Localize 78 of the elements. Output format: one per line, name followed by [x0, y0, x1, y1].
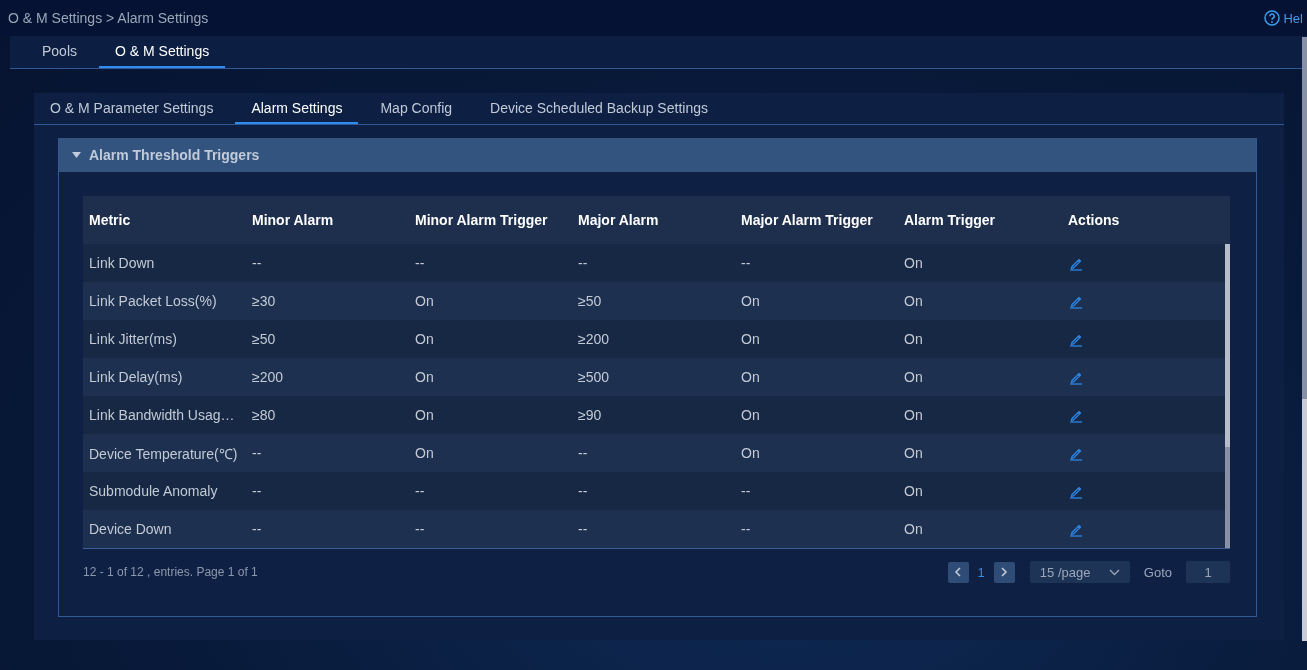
column-header: Minor Alarm Trigger	[414, 212, 549, 228]
table-cell-text: ≥200	[577, 331, 611, 347]
chevron-down-icon	[1108, 568, 1120, 576]
table-cell-text: On	[903, 255, 924, 271]
table-cell-text: --	[251, 521, 263, 537]
page-size-select[interactable]: 15 /page	[1029, 561, 1130, 583]
help-link[interactable]: Hel	[1264, 10, 1303, 26]
table-cell-text: On	[740, 369, 761, 385]
table-cell-text: Link Jitter(ms)	[88, 331, 178, 347]
tab[interactable]: Device Scheduled Backup Settings	[474, 93, 724, 124]
table-cell-text: On	[903, 407, 924, 423]
section-header[interactable]: Alarm Threshold Triggers	[59, 138, 1256, 172]
table-cell-text: ≥90	[577, 407, 603, 423]
table-cell-text: --	[251, 445, 263, 461]
table-cell-text: On	[414, 369, 435, 385]
table-cell-text: On	[903, 293, 924, 309]
table-cell-text: --	[577, 445, 589, 461]
page-number[interactable]: 1	[968, 564, 994, 580]
column-header: Major Alarm	[577, 212, 660, 228]
table-cell-text: --	[577, 521, 589, 537]
tab[interactable]: Map Config	[364, 93, 469, 124]
table-cell-text: On	[903, 521, 924, 537]
table-cell-text: --	[414, 521, 426, 537]
table-cell-text: On	[903, 483, 924, 499]
scrollbar[interactable]	[1225, 244, 1230, 548]
table-cell-text: Link Bandwidth Usag…	[88, 407, 236, 423]
table-cell-text: On	[740, 407, 761, 423]
table-cell-text: --	[251, 255, 263, 271]
table-cell-text: ≥500	[577, 369, 611, 385]
table-cell-text: ≥80	[251, 407, 277, 423]
table-cell-text: ≥200	[251, 369, 285, 385]
table-cell-text: On	[414, 293, 435, 309]
table-cell-text: On	[414, 407, 435, 423]
table-cell-text: On	[740, 293, 761, 309]
table-cell-text: Link Down	[88, 255, 156, 271]
chevron-right-icon	[1000, 567, 1009, 577]
table-cell-text: On	[903, 331, 924, 347]
table-cell-text: Submodule Anomaly	[88, 483, 219, 499]
table-cell-text: --	[251, 483, 263, 499]
scrollbar[interactable]	[1302, 37, 1307, 641]
previous-page-button[interactable]	[947, 561, 969, 583]
table-cell-text: ≥50	[251, 331, 277, 347]
table-cell-text: --	[577, 483, 589, 499]
table-cell-text: Device Temperature(℃)	[88, 444, 239, 463]
table-cell-text: Link Packet Loss(%)	[88, 293, 218, 309]
table-cell-text: --	[740, 483, 752, 499]
table-cell-text: On	[903, 369, 924, 385]
help-icon	[1264, 10, 1281, 26]
column-header: Metric	[88, 212, 132, 228]
table-cell-text: Link Delay(ms)	[88, 369, 184, 385]
table-cell-text: On	[414, 445, 435, 461]
tab[interactable]: Alarm Settings	[235, 93, 359, 124]
tab[interactable]: O & M Settings	[99, 36, 226, 68]
table-cell-text: Device Down	[88, 521, 173, 537]
next-page-button[interactable]	[993, 561, 1015, 583]
table-cell-text: On	[740, 331, 761, 347]
caret-icon	[72, 152, 81, 158]
goto-input[interactable]: 1	[1186, 561, 1230, 583]
table-cell-text: On	[740, 445, 761, 461]
table-cell-text: --	[740, 255, 752, 271]
pagination-summary: 12 - 1 of 12 , entries. Page 1 of 1	[83, 565, 258, 579]
table-cell-text: ≥30	[251, 293, 277, 309]
column-header: Alarm Trigger	[903, 212, 997, 228]
table-cell-text: On	[414, 331, 435, 347]
tab[interactable]: Pools	[26, 36, 94, 68]
goto-label: Goto	[1143, 564, 1172, 580]
table-cell-text: On	[903, 445, 924, 461]
column-header: Major Alarm Trigger	[740, 212, 874, 228]
tab[interactable]: O & M Parameter Settings	[34, 93, 230, 124]
breadcrumb: O & M Settings > Alarm Settings	[8, 10, 209, 26]
table-cell-text: --	[414, 255, 426, 271]
column-header: Actions	[1067, 212, 1121, 228]
table-cell-text: --	[577, 255, 589, 271]
table-cell-text: --	[414, 483, 426, 499]
table-cell-text: ≥50	[577, 293, 603, 309]
column-header: Minor Alarm	[251, 212, 335, 228]
chevron-left-icon	[954, 567, 963, 577]
table-cell-text: --	[740, 521, 752, 537]
